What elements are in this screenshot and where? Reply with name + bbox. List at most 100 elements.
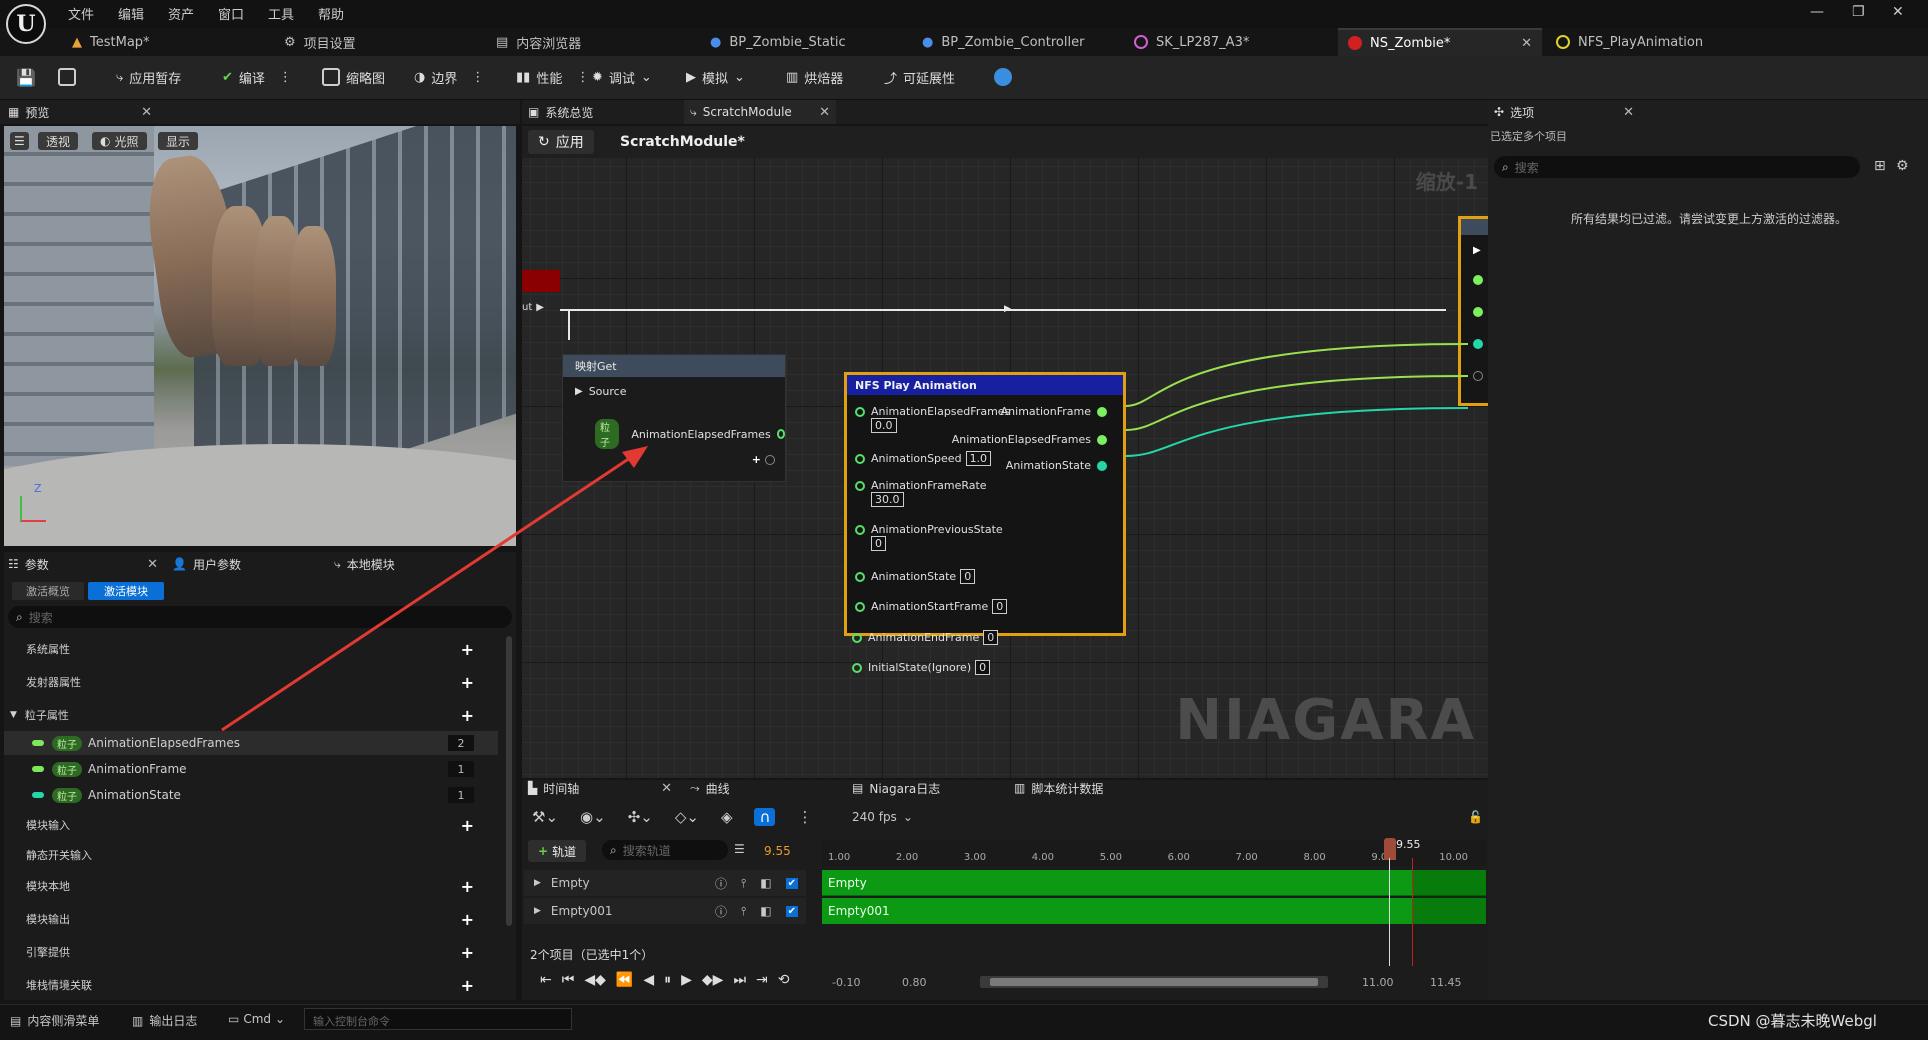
close-tab-icon[interactable]: ✕: [819, 105, 830, 120]
details-search-input[interactable]: ⌕ 搜索: [1494, 156, 1860, 178]
jump-end-icon[interactable]: ⇥: [756, 972, 768, 988]
minimize-icon[interactable]: —: [1810, 4, 1824, 20]
track-search-input[interactable]: ⌕ 搜索轨道: [602, 840, 728, 860]
compile-button[interactable]: ✔ 编译 ⋮: [222, 64, 292, 90]
cmd-dropdown[interactable]: ▭ Cmd ⌄: [228, 1012, 285, 1026]
save-button[interactable]: 💾: [16, 64, 36, 90]
scalability-button[interactable]: ⤴ 可延展性: [884, 64, 955, 90]
lock-icon[interactable]: 🔓: [1468, 810, 1483, 824]
tab-curves[interactable]: ⤳ 曲线: [690, 776, 730, 800]
playhead-handle[interactable]: [1384, 838, 1396, 860]
more-options-icon[interactable]: ⋮: [279, 70, 292, 85]
menu-edit[interactable]: 编辑: [118, 4, 144, 23]
keyframe-icon[interactable]: ◇⌄: [675, 808, 699, 826]
params-search-input[interactable]: ⌕ 搜索: [8, 606, 512, 628]
close-window-icon[interactable]: ✕: [1892, 4, 1904, 20]
lighting-button[interactable]: ◐ 光照: [92, 132, 147, 150]
tab-niagara-log[interactable]: ▤ Niagara日志: [852, 776, 940, 800]
section-system-attributes[interactable]: 系统属性 +: [4, 638, 498, 660]
grid-view-icon[interactable]: ⊞: [1874, 158, 1886, 174]
more-options-icon[interactable]: ⋮: [797, 808, 812, 826]
close-tab-icon[interactable]: ✕: [1521, 36, 1532, 51]
tab-bp-zombie-static[interactable]: ● BP_Zombie_Static: [710, 28, 846, 56]
tab-ns-zombie[interactable]: NS_Zombie* ✕: [1338, 28, 1542, 56]
checkbox-icon[interactable]: ✔: [785, 877, 798, 889]
jump-start-icon[interactable]: ⇤: [540, 972, 552, 988]
bounds-button[interactable]: ◑ 边界 ⋮: [414, 64, 484, 90]
tab-user-parameters[interactable]: 👤 用户参数: [172, 552, 241, 576]
play-icon[interactable]: ▶: [681, 972, 692, 988]
menu-assets[interactable]: 资产: [168, 4, 194, 23]
next-key-icon[interactable]: ⏭: [733, 972, 746, 988]
timeline-scrollbar-thumb[interactable]: [990, 978, 1318, 986]
menu-help[interactable]: 帮助: [318, 4, 344, 23]
tab-timeline[interactable]: ▙ 时间轴 ✕: [528, 776, 672, 800]
tab-preview[interactable]: ▦ 预览 ✕: [8, 100, 152, 124]
debug-button[interactable]: ✹ 调试 ⌄: [592, 64, 652, 90]
param-animation-frame[interactable]: 粒子 AnimationFrame 1: [4, 757, 498, 781]
preview-viewport[interactable]: Z: [4, 126, 516, 546]
prev-key-icon[interactable]: ⏮: [562, 972, 575, 988]
view-start[interactable]: 0.80: [902, 976, 927, 989]
menu-tools[interactable]: 工具: [268, 4, 294, 23]
range-end[interactable]: 11.45: [1430, 976, 1462, 989]
pause-icon[interactable]: ⏸: [664, 972, 671, 988]
input-pin-end-frame[interactable]: AnimationEndFrame 0: [852, 630, 999, 645]
fps-dropdown[interactable]: 240 fps ⌄: [852, 810, 913, 824]
menu-file[interactable]: 文件: [68, 4, 94, 23]
close-tab-icon[interactable]: ✕: [141, 105, 152, 120]
tab-parameters[interactable]: ☷ 参数 ✕: [8, 552, 158, 576]
step-back-icon[interactable]: ◀◆: [584, 972, 606, 988]
snap-icon[interactable]: ✣⌄: [628, 808, 653, 826]
info-icon[interactable]: ⓘ: [715, 875, 727, 892]
add-icon[interactable]: +: [461, 976, 474, 995]
add-icon[interactable]: +: [461, 640, 474, 659]
console-input[interactable]: 输入控制台命令: [304, 1008, 572, 1030]
maximize-icon[interactable]: ❐: [1852, 4, 1865, 20]
section-module-locals[interactable]: 模块本地 +: [4, 875, 498, 897]
filter-icon[interactable]: ☰: [734, 842, 745, 856]
add-icon[interactable]: +: [461, 877, 474, 896]
browse-button[interactable]: [58, 64, 76, 90]
unreal-logo-icon[interactable]: U: [6, 4, 46, 44]
close-tab-icon[interactable]: ✕: [1623, 105, 1634, 120]
track-row[interactable]: ▶ Empty001 ⓘ ⫯ ◧ ✔: [524, 898, 806, 924]
tab-sk-lp287[interactable]: SK_LP287_A3*: [1134, 28, 1249, 56]
key-nav-icon[interactable]: ◈: [721, 808, 733, 826]
view-end[interactable]: 11.00: [1362, 976, 1394, 989]
section-module-outputs[interactable]: 模块输出 +: [4, 908, 498, 930]
add-icon[interactable]: +: [461, 706, 474, 725]
show-button[interactable]: 显示: [158, 132, 199, 150]
track-bar-empty001[interactable]: Empty001: [822, 898, 1486, 924]
tab-bp-zombie-controller[interactable]: ● BP_Zombie_Controller: [922, 28, 1084, 56]
add-track-button[interactable]: + 轨道: [528, 840, 587, 862]
performance-button[interactable]: ▮▮ 性能 ⋮: [516, 64, 589, 90]
tab-details[interactable]: ✣ 选项 ✕: [1494, 100, 1634, 124]
loop-icon[interactable]: ⟲: [778, 972, 790, 988]
tab-scratch-module[interactable]: ⤷ ScratchModule ✕: [684, 100, 836, 124]
section-particle-attributes[interactable]: ▼ 粒子属性 +: [4, 704, 498, 726]
output-log-button[interactable]: ▥ 输出日志: [132, 1012, 197, 1029]
gear-icon[interactable]: ⚙: [1896, 158, 1909, 174]
prev-frame-icon[interactable]: ⏪: [616, 972, 633, 988]
tab-project-settings[interactable]: ⚙ 项目设置: [284, 28, 356, 56]
close-tab-icon[interactable]: ✕: [147, 557, 158, 572]
simulate-button[interactable]: ▶ 模拟 ⌄: [686, 64, 745, 90]
tab-nfs-playanimation[interactable]: NFS_PlayAnimation: [1556, 28, 1703, 56]
param-animation-state[interactable]: 粒子 AnimationState 1: [4, 783, 498, 807]
track-bar-empty[interactable]: Empty: [822, 870, 1486, 896]
checkbox-icon[interactable]: ✔: [785, 905, 798, 917]
pin-track-icon[interactable]: ⫯: [741, 876, 746, 891]
thumbnail-button[interactable]: 缩略图: [322, 64, 385, 90]
timeline-scrollbar[interactable]: [980, 976, 1328, 988]
viewport-menu-button[interactable]: ☰: [10, 132, 29, 150]
params-scrollbar[interactable]: [506, 636, 512, 926]
section-engine-provided[interactable]: 引擎提供 +: [4, 941, 498, 963]
eye-icon[interactable]: ◉⌄: [580, 808, 606, 826]
apply-temp-button[interactable]: ⤷ 应用暂存: [116, 64, 181, 90]
tab-script-stats[interactable]: ▥ 脚本统计数据: [1014, 776, 1103, 800]
tab-system-overview[interactable]: ▣ 系统总览: [528, 100, 593, 124]
add-icon[interactable]: +: [461, 910, 474, 929]
value-input[interactable]: 0: [975, 660, 991, 675]
step-forward-icon[interactable]: ◆▶: [702, 972, 724, 988]
